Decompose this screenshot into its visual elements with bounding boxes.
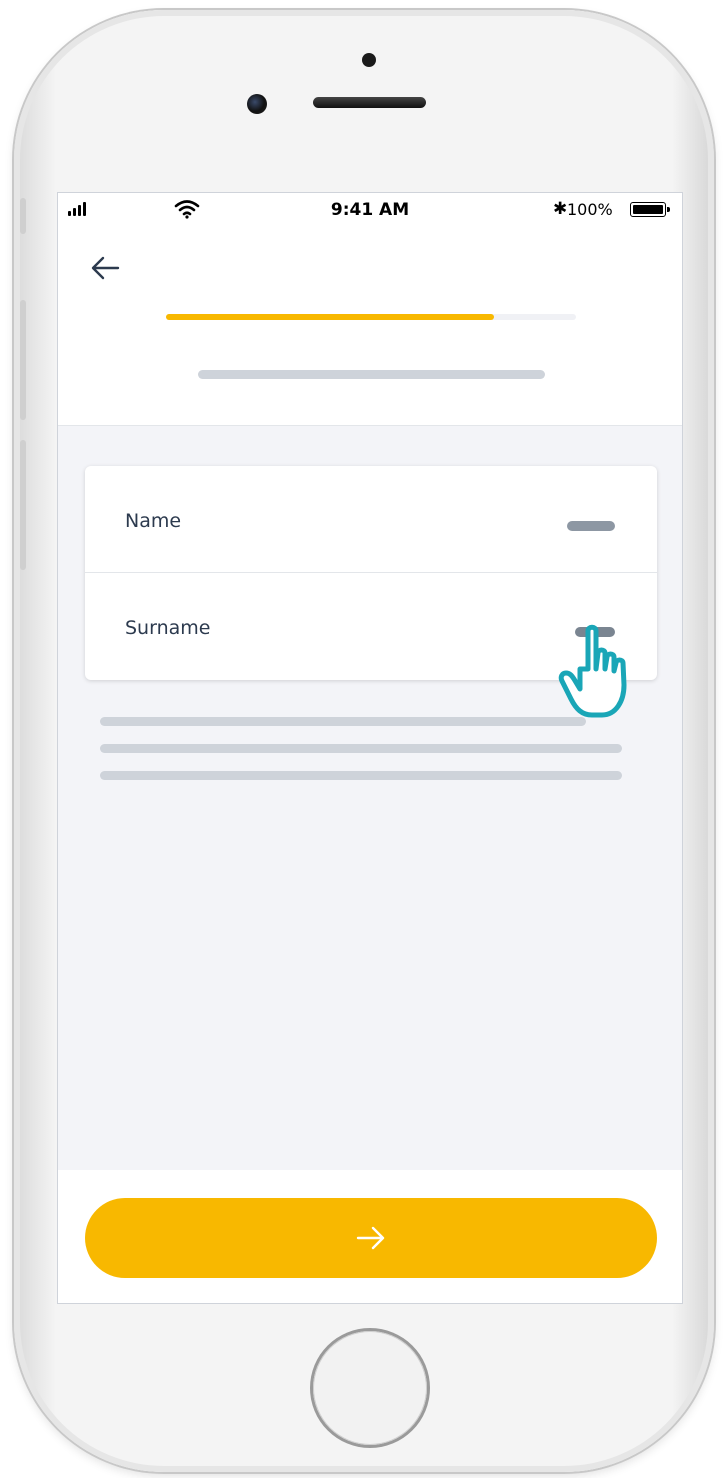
text-placeholder-line [100, 717, 586, 726]
footer-bar [58, 1170, 682, 1303]
front-camera [247, 94, 267, 114]
progress-bar [166, 314, 576, 320]
proximity-sensor [362, 53, 376, 67]
mute-switch [20, 198, 26, 234]
field-value-placeholder [567, 521, 615, 531]
status-bar: 9:41 AM ✱ 100% [58, 193, 682, 229]
earpiece-speaker [313, 97, 426, 108]
screen-header [58, 229, 682, 426]
tap-hand-icon [558, 624, 627, 718]
progress-fill [166, 314, 494, 320]
battery-icon [630, 202, 670, 217]
volume-down-button [20, 440, 26, 570]
form-row-name[interactable]: Name [85, 466, 657, 572]
next-button[interactable] [85, 1198, 657, 1278]
subtitle-placeholder [198, 370, 545, 379]
arrow-right-icon [356, 1226, 385, 1250]
home-button[interactable] [313, 1331, 427, 1445]
battery-percent: 100% [567, 200, 613, 219]
text-placeholder-line [100, 771, 622, 780]
app-screen: 9:41 AM ✱ 100% Name Surname [57, 192, 683, 1304]
back-arrow-icon[interactable] [88, 251, 122, 285]
text-placeholder-line [100, 744, 622, 753]
field-label-name: Name [125, 510, 182, 532]
field-label-surname: Surname [125, 617, 211, 639]
bluetooth-icon: ✱ [553, 199, 568, 219]
volume-up-button [20, 300, 26, 420]
